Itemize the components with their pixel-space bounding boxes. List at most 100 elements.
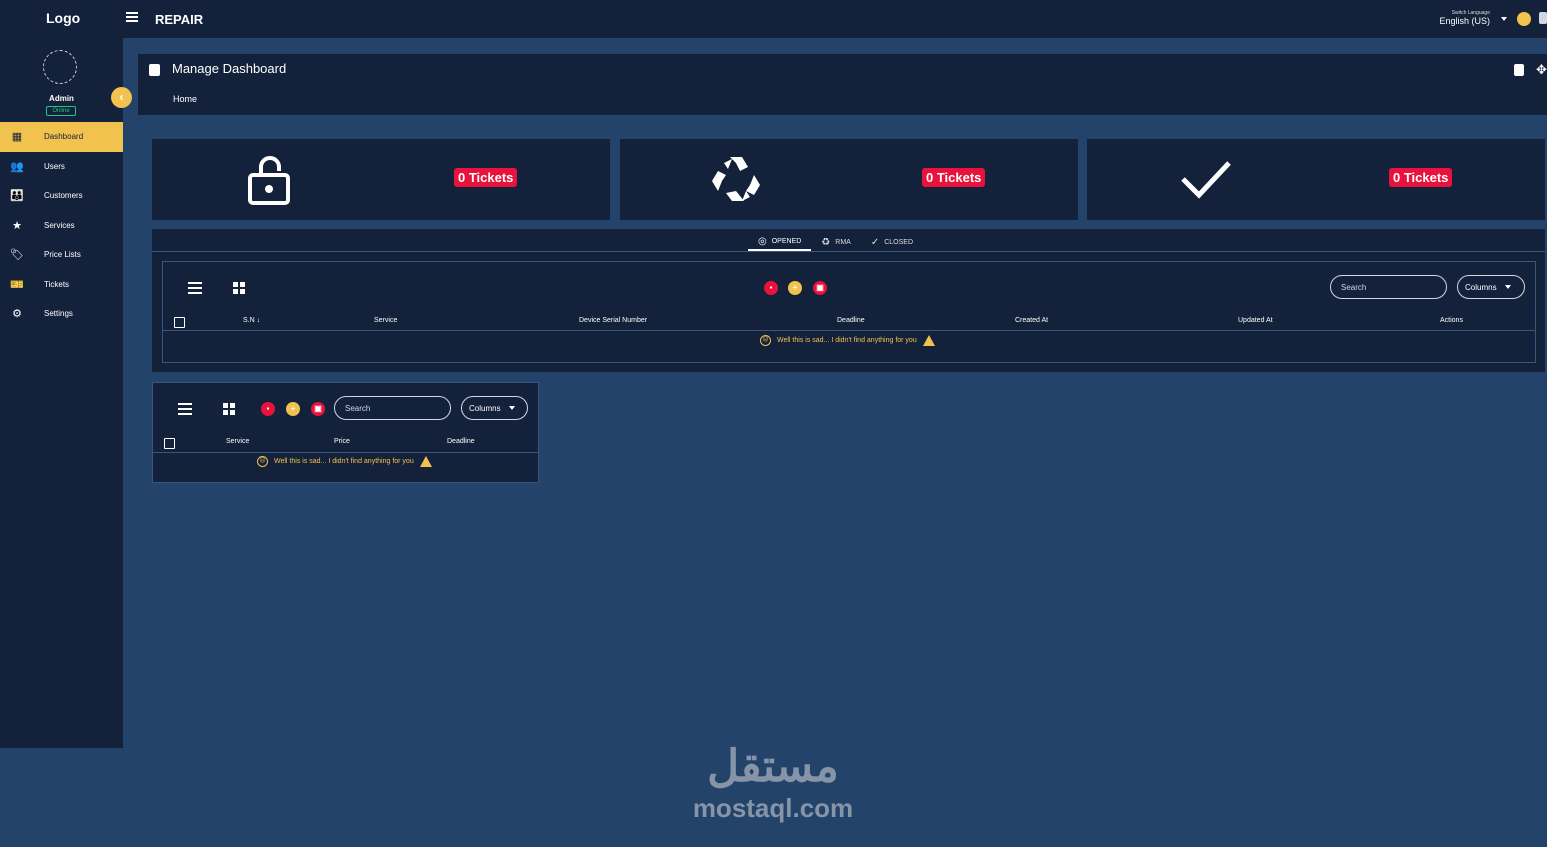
stat-card-rma[interactable]: 0 Tickets	[620, 139, 1078, 220]
column-header-price[interactable]: Price	[334, 438, 350, 445]
column-header-sn[interactable]: S.N ↓	[243, 317, 260, 324]
grid-view-icon[interactable]	[233, 282, 245, 294]
contact-card-icon	[149, 64, 160, 76]
tickets-table: ▪ + ▣ Columns S.N ↓ Service Device Seria…	[162, 261, 1536, 363]
empty-state: ☹ Well this is sad... I didn't find anyt…	[257, 456, 432, 467]
tickets-panel: ◎ OPENED ♻ RMA ✓ CLOSED ▪ + ▣ Columns S.…	[152, 229, 1545, 372]
search-input[interactable]	[334, 396, 451, 420]
sidebar-item-services[interactable]: ★ Services	[0, 211, 123, 241]
watermark: مستقل mostaql.com	[677, 740, 869, 822]
user-avatar-icon[interactable]	[1517, 12, 1531, 26]
sidebar: Admin Online ‹ ▦ Dashboard 👥 Users 👪 Cus…	[0, 38, 132, 748]
columns-dropdown[interactable]: Columns	[1457, 275, 1525, 299]
export-button[interactable]: ▣	[311, 402, 325, 416]
select-all-checkbox[interactable]	[174, 317, 185, 328]
sidebar-item-dashboard[interactable]: ▦ Dashboard	[0, 122, 123, 152]
delete-button[interactable]: ▪	[261, 402, 275, 416]
delete-button[interactable]: ▪	[764, 281, 778, 295]
warning-icon	[922, 335, 935, 346]
sidebar-item-label: Services	[44, 220, 75, 230]
user-name: Admin	[49, 94, 74, 103]
recycle-icon: ♻	[821, 236, 831, 248]
add-button[interactable]: +	[788, 281, 802, 295]
sidebar-item-label: Settings	[44, 309, 73, 319]
columns-dropdown[interactable]: Columns	[461, 396, 528, 420]
columns-label: Columns	[1465, 282, 1497, 292]
sidebar-item-label: Price Lists	[44, 250, 81, 260]
columns-label: Columns	[469, 403, 501, 413]
column-header-service[interactable]: Service	[226, 438, 249, 445]
empty-state: ☹ Well this is sad... I didn't find anyt…	[760, 335, 935, 346]
app-title: REPAIR	[155, 12, 204, 27]
ticket-tabs: ◎ OPENED ♻ RMA ✓ CLOSED	[748, 233, 923, 251]
status-badge: Online	[46, 106, 76, 116]
column-header-serial[interactable]: Device Serial Number	[579, 317, 647, 324]
list-view-icon[interactable]	[178, 403, 192, 415]
chevron-down-icon	[508, 406, 515, 410]
sidebar-item-label: Tickets	[44, 279, 70, 289]
column-header-service[interactable]: Service	[374, 317, 397, 324]
search-input[interactable]	[1330, 275, 1447, 299]
tab-label: CLOSED	[884, 238, 914, 246]
grid-view-icon[interactable]	[223, 403, 235, 415]
sidebar-item-users[interactable]: 👥 Users	[0, 152, 123, 182]
top-bar: Logo REPAIR Switch Language English (US)	[0, 0, 1547, 38]
watermark-arabic: مستقل	[707, 742, 839, 791]
menu-toggle-icon[interactable]	[126, 12, 138, 24]
sidebar-item-label: Users	[44, 161, 65, 171]
opened-icon: ◎	[758, 235, 767, 247]
column-header-deadline[interactable]: Deadline	[447, 438, 475, 445]
chevron-down-icon	[1504, 285, 1511, 289]
sad-face-icon: ☹	[257, 456, 268, 467]
customers-icon: 👪	[10, 190, 24, 203]
star-icon: ★	[12, 219, 22, 232]
ticket-count-badge: 0 Tickets	[1389, 168, 1453, 187]
empty-state-text: Well this is sad... I didn't find anythi…	[274, 458, 414, 465]
divider	[153, 452, 538, 453]
export-button[interactable]: ▣	[813, 281, 827, 295]
column-header-created[interactable]: Created At	[1015, 317, 1048, 324]
app-logo[interactable]: Logo	[46, 10, 80, 26]
gear-icon: ⚙	[12, 308, 22, 321]
sidebar-item-settings[interactable]: ⚙ Settings	[0, 299, 123, 329]
dashboard-icon: ▦	[11, 131, 23, 144]
stat-card-opened[interactable]: 0 Tickets	[152, 139, 610, 220]
recycle-icon	[712, 157, 760, 201]
column-header-updated[interactable]: Updated At	[1238, 317, 1273, 324]
tab-rma[interactable]: ♻ RMA	[811, 233, 861, 251]
tab-label: OPENED	[771, 237, 802, 245]
lock-open-icon	[248, 156, 290, 205]
add-button[interactable]: +	[286, 402, 300, 416]
tab-label: RMA	[835, 238, 851, 246]
language-switcher[interactable]: Switch Language English (US)	[1436, 10, 1490, 26]
empty-state-text: Well this is sad... I didn't find anythi…	[777, 337, 917, 344]
sidebar-item-price-lists[interactable]: 🏷 Price Lists	[0, 240, 123, 270]
list-view-icon[interactable]	[188, 282, 202, 294]
column-header-deadline[interactable]: Deadline	[837, 317, 865, 324]
settings-cog-icon[interactable]: ✥	[1536, 62, 1547, 78]
chevron-down-icon[interactable]	[1501, 17, 1507, 21]
sidebar-item-label: Dashboard	[44, 132, 84, 142]
check-icon	[1181, 161, 1231, 199]
sidebar-item-customers[interactable]: 👪 Customers	[0, 181, 123, 211]
ticket-icon: 🎫	[10, 278, 24, 291]
tab-opened[interactable]: ◎ OPENED	[748, 233, 812, 251]
language-value: English (US)	[1439, 16, 1490, 26]
sidebar-nav: ▦ Dashboard 👥 Users 👪 Customers ★ Servic…	[0, 122, 123, 329]
sidebar-collapse-button[interactable]: ‹	[111, 87, 132, 108]
avatar	[43, 50, 77, 84]
notification-icon[interactable]	[1539, 12, 1547, 24]
watermark-latin: mostaql.com	[692, 793, 854, 823]
ticket-count-badge: 0 Tickets	[454, 168, 518, 187]
sidebar-item-label: Customers	[44, 191, 83, 201]
calendar-icon[interactable]	[1514, 64, 1524, 76]
services-panel: ▪ + ▣ Columns Service Price Deadline ☹ W…	[152, 382, 539, 483]
select-all-checkbox[interactable]	[164, 438, 175, 449]
stat-card-closed[interactable]: 0 Tickets	[1087, 139, 1545, 220]
tab-closed[interactable]: ✓ CLOSED	[861, 233, 923, 251]
divider	[163, 330, 1535, 331]
breadcrumb[interactable]: Home	[173, 94, 197, 104]
check-icon: ✓	[870, 236, 880, 248]
warning-icon	[419, 456, 432, 467]
sidebar-item-tickets[interactable]: 🎫 Tickets	[0, 270, 123, 300]
